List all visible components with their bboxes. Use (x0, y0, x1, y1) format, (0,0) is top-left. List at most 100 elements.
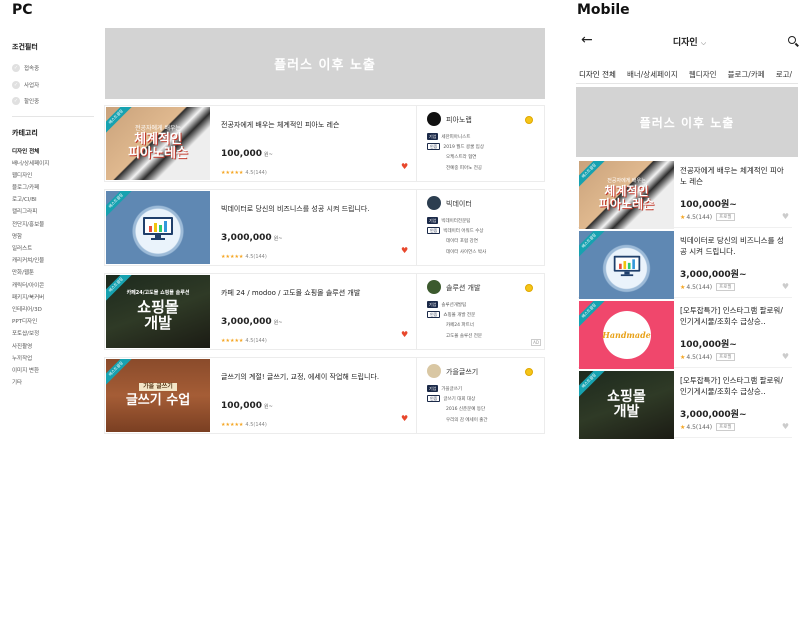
seller-detail: 2016 신춘문예 등단 (446, 407, 486, 412)
sidebar-item[interactable]: 인테리어/3D (12, 304, 94, 316)
heart-icon[interactable]: ♥ (401, 162, 408, 171)
mobile-title[interactable]: 디자인 ⌵ (577, 35, 802, 48)
mobile-plus-banner[interactable]: 플러스 이후 노출 (576, 87, 798, 157)
sidebar-item[interactable]: 이미지 변환 (12, 365, 94, 377)
profile-tag: 프로필 (716, 353, 735, 361)
heart-icon[interactable]: ♥ (401, 414, 408, 423)
sidebar-item[interactable]: 캐릭터/아이콘 (12, 280, 94, 292)
monitor-chart-icon (143, 216, 173, 240)
sidebar-item[interactable]: 웹디자인 (12, 170, 94, 182)
tab-blog[interactable]: 블로그/카페 (728, 65, 765, 83)
gig-thumbnail[interactable]: 베스트셀링 카페24/고도몰 쇼핑몰 솔루션 쇼핑몰 개발 (106, 275, 210, 348)
sidebar-item[interactable]: 패키지/북커버 (12, 292, 94, 304)
heart-icon[interactable]: ♥ (782, 422, 789, 431)
gig-thumbnail[interactable]: 베스트셀링 쇼핑몰 개발 (579, 371, 674, 439)
best-ribbon: 베스트셀링 (579, 231, 608, 260)
seller-detail: 우리의 감 에세이 출간 (446, 418, 488, 423)
gig-price: 3,000,000원~ (680, 270, 747, 280)
sidebar-item[interactable]: 전단지/홍보물 (12, 219, 94, 231)
gig-title[interactable]: 빅데이터로 당신의 비즈니스를 성공 시켜 드립니다. (221, 204, 370, 214)
sidebar-item[interactable]: 일러스트 (12, 243, 94, 255)
thumb-line: 체계적인 (134, 131, 182, 147)
gig-thumbnail[interactable]: 베스트셀링 가을 글쓰기 글쓰기 수업 (106, 359, 210, 432)
gig-title[interactable]: [오투잡특가] 인스타그램 팔로워/인기게시물/조회수 급상승.. (680, 305, 788, 327)
thumb-line: 가을 글쓰기 (139, 382, 177, 392)
heart-icon[interactable]: ♥ (782, 352, 789, 361)
tab-design-all[interactable]: 디자인 전체 (579, 65, 616, 83)
sidebar-item[interactable]: 배너/상세페이지 (12, 158, 94, 170)
monitor-chart-icon (613, 255, 640, 276)
heart-icon[interactable]: ♥ (401, 330, 408, 339)
gig-title[interactable]: 빅데이터로 당신의 비즈니스를 성공 시켜 드립니다. (680, 235, 788, 257)
rating-count: 4.5(144) (686, 423, 713, 431)
sidebar-item[interactable]: 만화/웹툰 (12, 267, 94, 279)
gig-price: 3,000,000원~ (221, 317, 282, 327)
gig-thumbnail[interactable]: 베스트셀링 (579, 231, 674, 299)
gig-thumbnail[interactable]: 베스트셀링 Handmade (579, 301, 674, 369)
star-icons: ★★★★★ (221, 170, 244, 176)
sidebar-item[interactable]: 캐리커쳐/인물 (12, 255, 94, 267)
pc-plus-banner[interactable]: 플러스 이후 노출 (105, 28, 545, 99)
best-ribbon: 베스트셀링 (579, 301, 608, 330)
gig-title[interactable]: 전공자에게 배우는 체계적인 피아노 레슨 (680, 165, 788, 187)
gig-thumbnail[interactable]: 베스트셀링 전공자에게 배우는 체계적인 피아노레슨 (579, 161, 674, 229)
tab-banner[interactable]: 배너/상세페이지 (627, 65, 678, 83)
gig-thumbnail[interactable]: 베스트셀링 전공자에게 배우는 체계적인 피아노레슨 (106, 107, 210, 180)
sidebar-item-design-all[interactable]: 디자인 전체 (12, 146, 94, 158)
mobile-gig-card[interactable]: 베스트셀링 Handmade [오투잡특가] 인스타그램 팔로워/인기게시물/조… (578, 300, 792, 369)
sidebar-item[interactable]: 사진촬영 (12, 341, 94, 353)
filter-discount[interactable]: ✓ 할인중 (12, 93, 94, 110)
heart-icon[interactable]: ♥ (782, 282, 789, 291)
seller-avatar[interactable] (427, 112, 441, 126)
star-icons: ★★★★★ (221, 338, 244, 344)
gig-info: [오투잡특가] 인스타그램 팔로워/인기게시물/조회수 급상승.. 3,000,… (680, 370, 790, 437)
sidebar-item[interactable]: 명함 (12, 231, 94, 243)
gig-title[interactable]: 전공자에게 배우는 체계적인 피아노 레슨 (221, 120, 339, 130)
mobile-gig-card[interactable]: 베스트셀링 쇼핑몰 개발 [오투잡특가] 인스타그램 팔로워/인기게시물/조회수… (578, 370, 792, 439)
gig-title[interactable]: 글쓰기의 계절! 글쓰기, 교정, 에세이 작업해 드립니다. (221, 372, 379, 382)
gig-info: 전공자에게 배우는 체계적인 피아노 레슨 100,000원~ ★ 4.5(144… (680, 160, 790, 227)
handmade-badge: Handmade (602, 311, 651, 359)
pc-gig-card[interactable]: 베스트셀링 가을 글쓰기 글쓰기 수업 글쓰기의 계절! 글쓰기, 교정, 에세… (104, 357, 545, 434)
filter-business[interactable]: ✓ 사업자 (12, 77, 94, 94)
sidebar-item[interactable]: 블로그/카페 (12, 182, 94, 194)
seller-name[interactable]: 솔루션 개발 (446, 283, 480, 293)
gig-meta: ★ 4.5(144) 프로필 (680, 353, 735, 361)
seller-name[interactable]: 가을글쓰기 (446, 367, 478, 377)
search-icon[interactable] (788, 36, 796, 44)
seller-name[interactable]: 피아노랩 (446, 115, 472, 125)
gig-thumbnail[interactable]: 베스트셀링 (106, 191, 210, 264)
sidebar-item[interactable]: 로고/CI/BI (12, 194, 94, 206)
sidebar-item[interactable]: 포토샵/보정 (12, 328, 94, 340)
pc-gig-card[interactable]: 베스트셀링 전공자에게 배우는 체계적인 피아노레슨 전공자에게 배우는 체계적… (104, 105, 545, 182)
seller-detail: 오케스트라 협연 (446, 155, 477, 160)
gig-price: 100,000원~ (680, 340, 737, 350)
heart-icon[interactable]: ♥ (782, 212, 789, 221)
gig-title[interactable]: 카페 24 / modoo / 고도몰 쇼핑몰 솔루션 개발 (221, 288, 360, 298)
chevron-down-icon: ⌵ (700, 39, 707, 47)
sidebar-item[interactable]: 누끼작업 (12, 353, 94, 365)
seller-avatar[interactable] (427, 280, 441, 294)
price-unit: 원~ (273, 320, 283, 326)
tab-web-design[interactable]: 웹디자인 (689, 65, 717, 83)
seller-avatar[interactable] (427, 364, 441, 378)
filter-online[interactable]: ✓ 접속중 (12, 60, 94, 77)
gig-info: 빅데이터로 당신의 비즈니스를 성공 시켜 드립니다. 3,000,000원~ … (221, 190, 415, 265)
sidebar-item[interactable]: PPT디자인 (12, 316, 94, 328)
sidebar-item[interactable]: 기타 (12, 377, 94, 389)
thumb-line: 카페24/고도몰 쇼핑몰 솔루션 (126, 290, 190, 297)
mobile-gig-card[interactable]: 베스트셀링 빅데이터로 당신의 비즈니스를 성공 시켜 드립니다. 3,000,… (578, 230, 792, 299)
seller-name[interactable]: 빅데이터 (446, 199, 472, 209)
thumb-line: 피아노레슨 (128, 145, 188, 161)
tab-logo[interactable]: 로고/ (776, 65, 792, 83)
sidebar-item[interactable]: 캘리그라피 (12, 206, 94, 218)
gig-title[interactable]: [오투잡특가] 인스타그램 팔로워/인기게시물/조회수 급상승.. (680, 375, 788, 397)
seller-avatar[interactable] (427, 196, 441, 210)
mobile-gig-card[interactable]: 베스트셀링 전공자에게 배우는 체계적인 피아노레슨 전공자에게 배우는 체계적… (578, 160, 792, 229)
pc-gig-card[interactable]: 베스트셀링 빅데이터로 당신의 비즈니스를 성공 시켜 드립니다. 3,000,… (104, 189, 545, 266)
company-tag: 기업 (427, 301, 439, 308)
seller-detail: 데이터 사이언스 박사 (446, 250, 487, 255)
handmade-text: Handmade (602, 330, 651, 340)
pc-gig-card[interactable]: 베스트셀링 카페24/고도몰 쇼핑몰 솔루션 쇼핑몰 개발 카페 24 / mo… (104, 273, 545, 350)
heart-icon[interactable]: ♥ (401, 246, 408, 255)
